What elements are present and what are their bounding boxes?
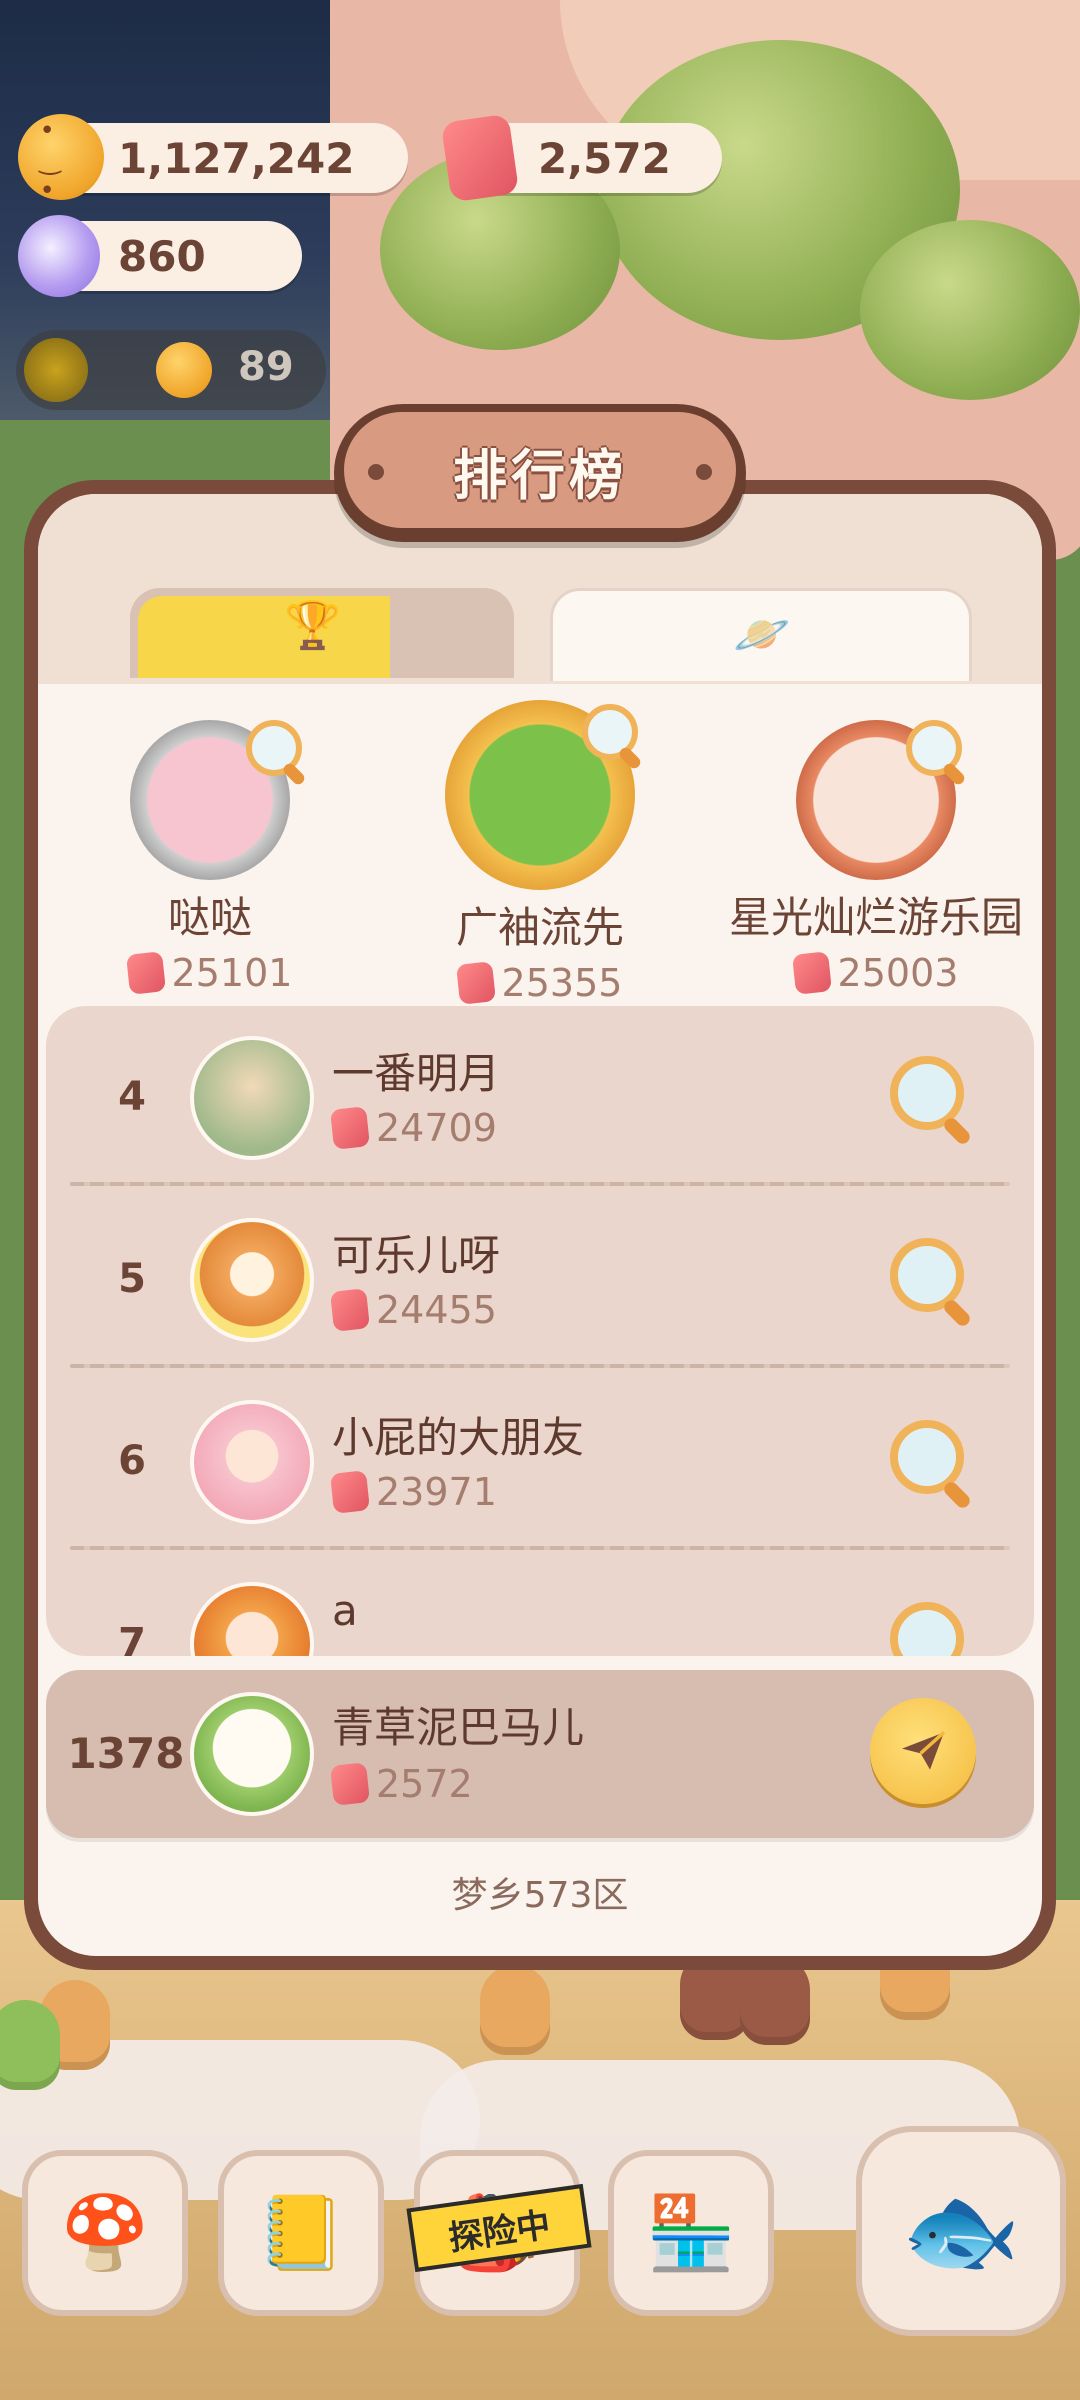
divider	[70, 1182, 1010, 1186]
divider	[70, 1546, 1010, 1550]
view-player-button[interactable]	[890, 1602, 964, 1656]
avatar[interactable]	[190, 1582, 314, 1656]
cookie-character-icon	[156, 342, 212, 398]
energy-count: 89	[238, 344, 294, 390]
magnifier-icon[interactable]	[906, 720, 962, 776]
explore-status-label: 探险中	[446, 2204, 553, 2259]
table-row[interactable]: 7 a	[46, 1552, 1034, 1656]
view-player-button[interactable]	[890, 1420, 964, 1494]
avatar[interactable]	[190, 1218, 314, 1342]
podium-name: 星光灿烂游乐园	[728, 893, 1023, 942]
nav-build-button[interactable]: 🍄	[22, 2150, 188, 2316]
player-name: 小屁的大朋友	[332, 1413, 585, 1462]
rank-number: 6	[118, 1438, 146, 1484]
character-npc[interactable]	[0, 2000, 60, 2090]
tab-trophy-ranking[interactable]: 🏆	[130, 588, 514, 678]
coin-value: 1,127,242	[118, 133, 355, 183]
trophy-icon: 🏆	[284, 598, 342, 652]
rank-number: 4	[118, 1074, 146, 1120]
table-row[interactable]: 4 一番明月 24709	[46, 1006, 1034, 1188]
player-name: 可乐儿呀	[332, 1231, 501, 1280]
rank-number: 7	[118, 1620, 146, 1656]
podium-score: 25355	[501, 961, 623, 1005]
jelly-gem-icon	[791, 951, 832, 995]
player-name: 一番明月	[332, 1049, 501, 1098]
jelly-gem-icon	[330, 1762, 370, 1806]
paper-plane-icon	[902, 1731, 946, 1770]
sun-icon	[24, 338, 88, 402]
nav-shop-button[interactable]: 🏪	[608, 2150, 774, 2316]
my-player-score: 2572	[376, 1762, 473, 1806]
planet-icon: 🪐	[733, 607, 791, 661]
player-score: 24709	[376, 1106, 497, 1150]
tab-planet-ranking[interactable]: 🪐	[550, 588, 972, 681]
jelly-gem-icon	[455, 961, 496, 1005]
podium-first[interactable]: 广袖流先 25355	[420, 700, 660, 1005]
mushroom-house-icon: 🍄	[60, 2190, 150, 2275]
player-score: 24455	[376, 1288, 497, 1332]
magnifier-icon[interactable]	[582, 704, 638, 760]
my-player-name: 青草泥巴马儿	[332, 1703, 585, 1752]
avatar[interactable]	[190, 1692, 314, 1816]
share-button[interactable]	[870, 1698, 976, 1804]
magnifier-icon[interactable]	[246, 720, 302, 776]
ranking-list[interactable]: 4 一番明月 24709 5 可乐儿呀 24455 6 小屁的大朋友 23971…	[46, 1006, 1034, 1656]
jelly-gem-icon	[440, 113, 520, 203]
avatar[interactable]	[190, 1036, 314, 1160]
podium-second[interactable]: 哒哒 25101	[100, 720, 320, 995]
jelly-gem-icon	[330, 1470, 370, 1514]
my-ranking-row[interactable]: 1378 青草泥巴马儿 2572	[46, 1670, 1034, 1838]
player-score: 23971	[376, 1470, 497, 1514]
shop-stall-icon: 🏪	[646, 2190, 736, 2275]
my-rank-number: 1378	[67, 1729, 185, 1778]
podium-name: 广袖流先	[455, 903, 624, 952]
divider	[70, 1364, 1010, 1368]
avatar[interactable]	[190, 1400, 314, 1524]
view-player-button[interactable]	[890, 1056, 964, 1130]
rank-number: 5	[118, 1256, 146, 1302]
notebook-icon: 📒	[256, 2190, 346, 2275]
nav-diary-button[interactable]: 📒	[218, 2150, 384, 2316]
jelly-gem-icon	[125, 951, 166, 995]
nav-character-button[interactable]: 🐟	[856, 2126, 1066, 2336]
podium-name: 哒哒	[167, 893, 252, 942]
podium-score: 25003	[837, 951, 959, 995]
candy-value: 860	[118, 231, 206, 281]
character-npc[interactable]	[480, 1965, 550, 2055]
podium-score: 25101	[171, 951, 293, 995]
leaderboard-title-plate: 排行榜	[334, 404, 746, 542]
table-row[interactable]: 6 小屁的大朋友 23971	[46, 1370, 1034, 1552]
jelly-gem-icon	[330, 1288, 370, 1332]
server-zone-label: 梦乡573区	[451, 1875, 629, 1916]
podium-third[interactable]: 星光灿烂游乐园 25003	[722, 720, 1030, 995]
view-player-button[interactable]	[890, 1238, 964, 1312]
player-name: a	[332, 1586, 358, 1635]
character-with-fish-icon: 🐟	[901, 2174, 1021, 2287]
table-row[interactable]: 5 可乐儿呀 24455	[46, 1188, 1034, 1370]
candy-icon	[18, 215, 100, 297]
cookie-coin-icon: • ‿ •	[18, 114, 104, 206]
energy-bar[interactable]: 89	[16, 330, 326, 410]
page-title: 排行榜	[453, 443, 627, 507]
jelly-gem-icon	[330, 1106, 370, 1150]
gem-value: 2,572	[538, 133, 671, 183]
